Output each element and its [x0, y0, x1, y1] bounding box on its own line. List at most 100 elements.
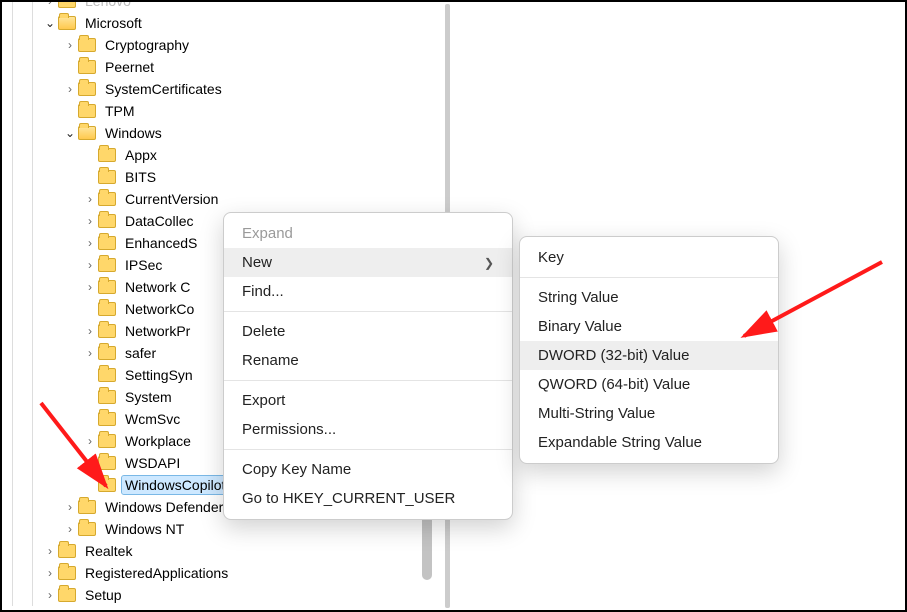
chevron-right-icon[interactable]: › [42, 2, 58, 12]
menu-new[interactable]: New ❯ [224, 248, 512, 277]
tree-row[interactable]: › SystemCertificates [2, 78, 442, 100]
chevron-right-icon[interactable]: › [62, 496, 78, 518]
tree-node-label[interactable]: Setup [82, 586, 125, 604]
tree-node-label[interactable]: RegisteredApplications [82, 564, 231, 582]
tree-row[interactable]: Peernet [2, 56, 442, 78]
submenu-multistring-value[interactable]: Multi-String Value [520, 399, 778, 428]
tree-node-label[interactable]: Windows [102, 124, 165, 142]
menu-rename[interactable]: Rename [224, 346, 512, 375]
chevron-right-icon[interactable]: › [62, 518, 78, 540]
folder-icon [98, 346, 116, 360]
chevron-right-icon[interactable]: › [82, 232, 98, 254]
folder-icon [98, 148, 116, 162]
submenu-qword-value[interactable]: QWORD (64-bit) Value [520, 370, 778, 399]
tree-row[interactable]: BITS [2, 166, 442, 188]
indent-spacer [42, 34, 62, 56]
context-submenu-new[interactable]: Key String Value Binary Value DWORD (32-… [519, 236, 779, 464]
tree-row[interactable]: › Realtek [2, 540, 442, 562]
menu-export[interactable]: Export [224, 386, 512, 415]
chevron-right-icon[interactable]: › [82, 254, 98, 276]
chevron-down-icon[interactable]: ⌄ [62, 122, 78, 144]
menu-goto-hkcu[interactable]: Go to HKEY_CURRENT_USER [224, 484, 512, 513]
tree-row[interactable]: › Setup [2, 584, 442, 606]
chevron-right-icon[interactable]: › [82, 188, 98, 210]
indent-spacer [62, 188, 82, 210]
folder-icon [98, 434, 116, 448]
tree-node-label[interactable]: Windows Defender [102, 498, 226, 516]
chevron-right-icon[interactable]: › [62, 78, 78, 100]
tree-guide-line [32, 342, 33, 364]
submenu-key[interactable]: Key [520, 243, 778, 272]
tree-guide-line [12, 386, 13, 408]
tree-node-label[interactable]: NetworkPr [122, 322, 193, 340]
tree-row[interactable]: Appx [2, 144, 442, 166]
tree-node-label[interactable]: Windows NT [102, 520, 187, 538]
tree-node-label[interactable]: Lenovo [82, 2, 134, 10]
tree-node-label[interactable]: WSDAPI [122, 454, 183, 472]
folder-icon [98, 280, 116, 294]
tree-row[interactable]: ⌄ Windows [2, 122, 442, 144]
tree-guide-line [12, 562, 13, 584]
chevron-right-icon[interactable]: › [62, 34, 78, 56]
menu-delete[interactable]: Delete [224, 317, 512, 346]
indent-spacer [42, 210, 62, 232]
submenu-binary-value[interactable]: Binary Value [520, 312, 778, 341]
chevron-right-icon[interactable]: › [82, 210, 98, 232]
folder-icon [98, 258, 116, 272]
tree-guide-line [32, 12, 33, 34]
tree-row[interactable]: TPM [2, 100, 442, 122]
submenu-string-value[interactable]: String Value [520, 283, 778, 312]
tree-node-label[interactable]: SystemCertificates [102, 80, 225, 98]
tree-node-label[interactable]: Realtek [82, 542, 135, 560]
tree-row[interactable]: › Cryptography [2, 34, 442, 56]
tree-row[interactable]: › Windows NT [2, 518, 442, 540]
chevron-right-icon[interactable]: › [82, 276, 98, 298]
tree-node-label[interactable]: Workplace [122, 432, 194, 450]
indent-spacer [42, 518, 62, 540]
context-menu[interactable]: Expand New ❯ Find... Delete Rename Expor… [223, 212, 513, 520]
chevron-right-icon[interactable]: › [42, 562, 58, 584]
menu-expand[interactable]: Expand [224, 219, 512, 248]
chevron-right-icon[interactable]: › [82, 320, 98, 342]
tree-node-label[interactable]: WindowsCopilot [122, 476, 228, 494]
chevron-right-icon[interactable]: › [82, 342, 98, 364]
indent-spacer [42, 188, 62, 210]
folder-icon [58, 588, 76, 602]
submenu-expandstring-value[interactable]: Expandable String Value [520, 428, 778, 457]
tree-node-label[interactable]: Network C [122, 278, 193, 296]
tree-node-label[interactable]: WcmSvc [122, 410, 183, 428]
chevron-down-icon[interactable]: ⌄ [42, 12, 58, 34]
tree-node-label[interactable]: Peernet [102, 58, 157, 76]
menu-permissions[interactable]: Permissions... [224, 415, 512, 444]
tree-node-label[interactable]: BITS [122, 168, 159, 186]
tree-guide-line [12, 122, 13, 144]
menu-copy-key-name[interactable]: Copy Key Name [224, 455, 512, 484]
tree-node-label[interactable]: Cryptography [102, 36, 192, 54]
tree-guide-line [32, 144, 33, 166]
tree-node-label[interactable]: CurrentVersion [122, 190, 221, 208]
tree-row[interactable]: › CurrentVersion [2, 188, 442, 210]
tree-node-label[interactable]: Appx [122, 146, 160, 164]
menu-find[interactable]: Find... [224, 277, 512, 306]
twisty-none [82, 386, 98, 408]
tree-guide-line [32, 430, 33, 452]
tree-node-label[interactable]: System [122, 388, 175, 406]
tree-node-label[interactable]: TPM [102, 102, 138, 120]
tree-node-label[interactable]: IPSec [122, 256, 165, 274]
tree-node-label[interactable]: Microsoft [82, 14, 145, 32]
tree-node-label[interactable]: SettingSyn [122, 366, 196, 384]
tree-row[interactable]: › RegisteredApplications [2, 562, 442, 584]
submenu-dword-value[interactable]: DWORD (32-bit) Value [520, 341, 778, 370]
tree-guide-line [12, 12, 13, 34]
tree-node-label[interactable]: EnhancedS [122, 234, 200, 252]
tree-row[interactable]: ⌄ Microsoft [2, 12, 442, 34]
tree-row[interactable]: › Lenovo [2, 2, 442, 12]
chevron-right-icon[interactable]: › [42, 584, 58, 606]
chevron-right-icon[interactable]: › [82, 430, 98, 452]
folder-icon [58, 566, 76, 580]
folder-icon [98, 236, 116, 250]
tree-node-label[interactable]: safer [122, 344, 159, 362]
tree-node-label[interactable]: DataCollec [122, 212, 196, 230]
tree-node-label[interactable]: NetworkCo [122, 300, 197, 318]
chevron-right-icon[interactable]: › [42, 540, 58, 562]
